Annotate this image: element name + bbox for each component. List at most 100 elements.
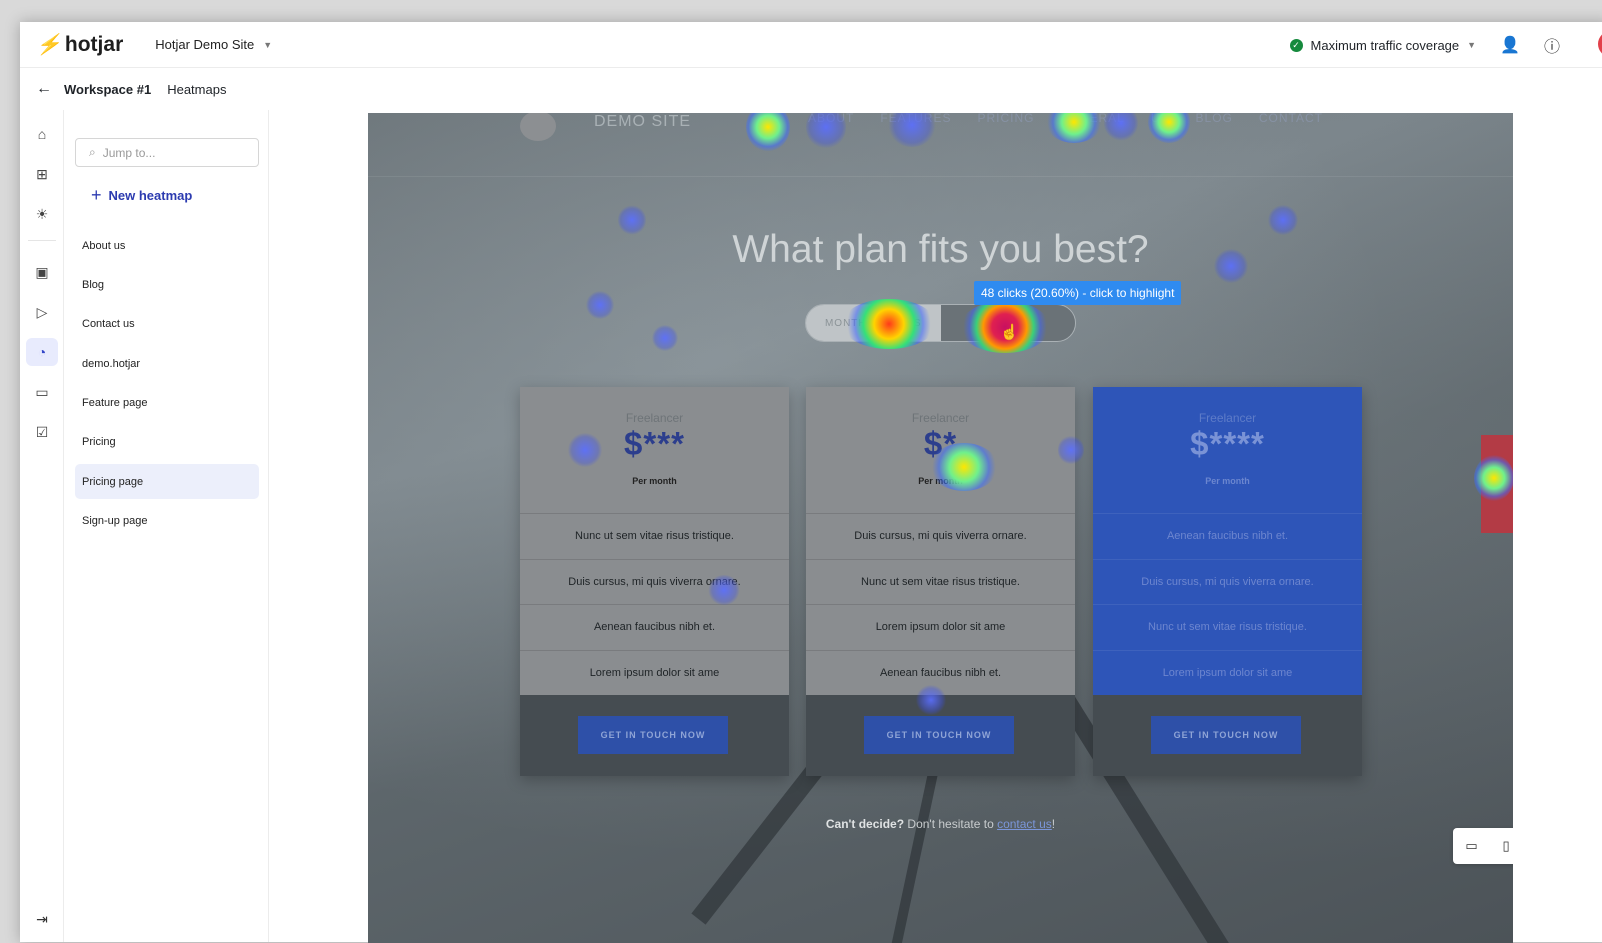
- page-item-pricing-page[interactable]: Pricing page: [75, 464, 259, 500]
- demo-nav-link: UP: [1150, 113, 1170, 125]
- card-head: Freelancer $**** Per month: [1093, 387, 1362, 513]
- logo-text: hotjar: [64, 32, 124, 56]
- card-price: $*: [923, 425, 958, 462]
- tablet-icon[interactable]: ▯: [1502, 838, 1509, 854]
- page-item-about-us[interactable]: About us: [75, 228, 259, 263]
- pricing-card: Freelancer $* Per month Duis cursus, mi …: [806, 387, 1075, 776]
- card-tier: Freelancer: [1198, 411, 1257, 425]
- device-switcher: ▭ ▯ ▯: [1453, 828, 1513, 864]
- coverage-label: Maximum traffic coverage: [1310, 37, 1460, 53]
- card-footer: GET IN TOUCH NOW: [520, 695, 789, 776]
- pricing-card-featured: Freelancer $**** Per month Aenean faucib…: [1093, 387, 1362, 776]
- demo-nav-link: ABOUT: [808, 113, 855, 125]
- card-feature: Lorem ipsum dolor sit ame: [1093, 649, 1362, 696]
- breadcrumb-heatmaps[interactable]: Heatmaps: [167, 82, 226, 97]
- page-item-pricing[interactable]: Pricing: [75, 425, 259, 460]
- card-feature: Lorem ipsum dolor sit ame: [806, 604, 1075, 650]
- card-feature: Aenean faucibus nibh et.: [520, 604, 789, 650]
- breadcrumb-workspace[interactable]: Workspace #1: [64, 82, 151, 97]
- card-feature: Duis cursus, mi quis viverra ornare.: [1093, 558, 1362, 605]
- page-item-demo-hotjar[interactable]: demo.hotjar: [75, 346, 259, 381]
- click-tooltip[interactable]: 48 clicks (20.60%) - click to highlight: [974, 281, 1182, 305]
- heatmap-page-list: About us Blog Contact us demo.hotjar Fea…: [75, 228, 259, 543]
- contact-prompt: Can't decide? Don't hesitate to contact …: [368, 817, 1513, 831]
- card-period: Per month: [632, 476, 677, 486]
- get-in-touch-button[interactable]: GET IN TOUCH NOW: [864, 716, 1014, 754]
- page-item-blog[interactable]: Blog: [75, 267, 259, 302]
- card-price: $****: [1190, 425, 1265, 462]
- pricing-headline: What plan fits you best?: [732, 228, 1149, 271]
- demo-logo-icon: [520, 113, 556, 141]
- site-selector[interactable]: Hotjar Demo Site ▼: [155, 37, 272, 52]
- check-circle-icon: ✓: [1289, 38, 1303, 52]
- plan-toggle[interactable]: MONTHLY PLANS: [805, 304, 1076, 342]
- avatar[interactable]: [1598, 31, 1602, 57]
- traffic-coverage-selector[interactable]: ✓ Maximum traffic coverage ▼: [1289, 37, 1477, 53]
- heatmap-sidebar: ⌕ Jump to... + New heatmap About us Blog…: [65, 110, 269, 942]
- app-window: ⚡ hotjar Hotjar Demo Site ▼ ✓ Maximum tr…: [20, 22, 1602, 943]
- card-feature: Nunc ut sem vitae risus tristique.: [806, 558, 1075, 605]
- contact-prompt-bold: Can't decide?: [825, 817, 905, 831]
- card-feature: Nunc ut sem vitae risus tristique.: [520, 513, 789, 559]
- card-footer: GET IN TOUCH NOW: [1093, 695, 1362, 776]
- search-placeholder: Jump to...: [102, 145, 156, 160]
- card-feature: Duis cursus, mi quis viverra ornare.: [520, 558, 789, 605]
- chevron-down-icon: ▼: [263, 39, 273, 50]
- jump-to-search[interactable]: ⌕ Jump to...: [75, 138, 259, 167]
- page-item-sign-up-page[interactable]: Sign-up page: [75, 504, 259, 539]
- recordings-icon[interactable]: ▷: [26, 298, 58, 326]
- demo-nav-link: BLOG: [1195, 113, 1233, 125]
- demo-nav-link: UNDERAL: [1060, 113, 1125, 125]
- page-item-contact-us[interactable]: Contact us: [75, 307, 259, 342]
- demo-nav-link: CONTACT: [1258, 113, 1323, 125]
- toggle-monthly[interactable]: MONTHLY PLANS: [806, 305, 941, 341]
- contact-prompt-end: !: [1051, 817, 1056, 831]
- card-price: $***: [624, 425, 685, 462]
- site-name: Hotjar Demo Site: [155, 37, 255, 52]
- demo-nav-link: PRICING: [977, 113, 1035, 125]
- invite-user-icon[interactable]: 👤: [1500, 35, 1520, 55]
- get-in-touch-button[interactable]: GET IN TOUCH NOW: [1151, 716, 1301, 754]
- rail-divider: [28, 240, 56, 241]
- card-feature: Lorem ipsum dolor sit ame: [520, 649, 789, 696]
- card-tier: Freelancer: [911, 411, 970, 425]
- hotjar-logo[interactable]: ⚡ hotjar: [36, 32, 123, 57]
- new-heatmap-button[interactable]: + New heatmap: [91, 186, 192, 204]
- demo-site-name: DEMO SITE: [594, 113, 692, 130]
- card-feature: Aenean faucibus nibh et.: [806, 649, 1075, 696]
- heatmap-content: DEMO SITE ABOUT FEATURES PRICING UNDERAL…: [269, 110, 1602, 943]
- card-feature: Aenean faucibus nibh et.: [1093, 513, 1362, 559]
- help-icon[interactable]: ⓘ: [1544, 33, 1560, 57]
- contact-prompt-text: Don't hesitate to: [904, 817, 998, 831]
- heatmap-preview[interactable]: DEMO SITE ABOUT FEATURES PRICING UNDERAL…: [368, 113, 1513, 943]
- home-icon[interactable]: ⌂: [26, 120, 58, 148]
- plus-icon: +: [91, 185, 102, 205]
- top-right-controls: ✓ Maximum traffic coverage ▼ 👤 ⓘ: [1289, 22, 1560, 68]
- card-head: Freelancer $* Per month: [806, 387, 1075, 513]
- dashboards-icon[interactable]: ⊞: [26, 160, 58, 188]
- page-item-feature-page[interactable]: Feature page: [75, 386, 259, 421]
- desktop-icon[interactable]: ▭: [1465, 838, 1477, 854]
- get-in-touch-button[interactable]: GET IN TOUCH NOW: [578, 716, 728, 754]
- top-bar: ⚡ hotjar Hotjar Demo Site ▼ ✓ Maximum tr…: [20, 22, 1602, 68]
- back-arrow-icon[interactable]: ←: [28, 80, 60, 98]
- expand-icon[interactable]: ⇥: [20, 911, 64, 928]
- surveys-icon[interactable]: ☑: [26, 418, 58, 446]
- contact-us-link[interactable]: contact us: [997, 817, 1052, 831]
- demo-nav-links: ABOUT FEATURES PRICING UNDERAL UP BLOG C…: [808, 113, 1323, 125]
- search-icon: ⌕: [89, 145, 96, 159]
- heatmaps-icon[interactable]: ◔: [26, 338, 58, 366]
- card-feature: Duis cursus, mi quis viverra ornare.: [806, 513, 1075, 559]
- bulb-icon[interactable]: ☀: [26, 200, 58, 228]
- trends-icon[interactable]: ▣: [26, 258, 58, 286]
- pricing-card: Freelancer $*** Per month Nunc ut sem vi…: [520, 387, 789, 776]
- feedback-icon[interactable]: ▭: [26, 378, 58, 406]
- feedback-tab[interactable]: [1481, 435, 1513, 533]
- new-heatmap-label: New heatmap: [108, 187, 193, 203]
- pointer-cursor-icon: ☝: [1000, 324, 1019, 341]
- chevron-down-icon: ▼: [1467, 40, 1477, 50]
- card-tier: Freelancer: [625, 411, 684, 425]
- card-period: Per month: [918, 476, 963, 486]
- hotjar-flame-icon: ⚡: [36, 34, 61, 56]
- card-head: Freelancer $*** Per month: [520, 387, 789, 513]
